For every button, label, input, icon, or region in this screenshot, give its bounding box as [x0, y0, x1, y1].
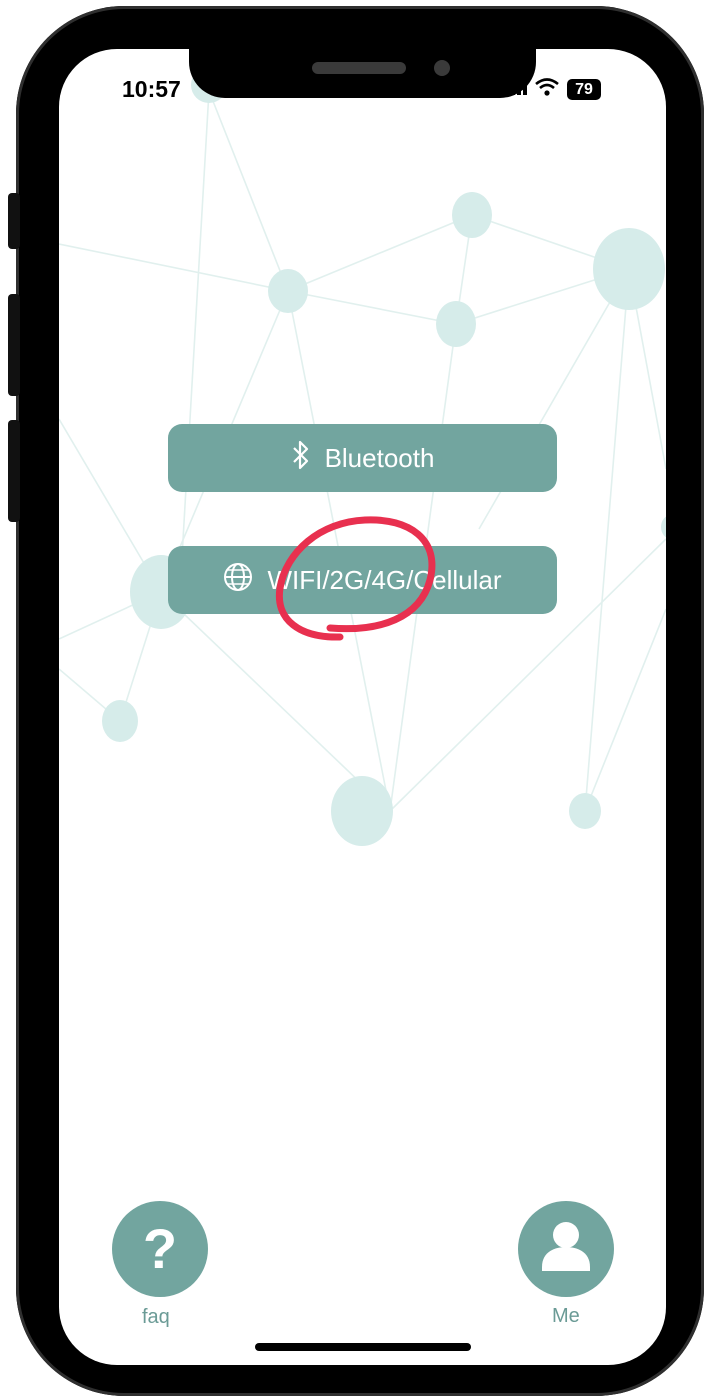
status-time: 10:57 — [122, 76, 181, 102]
network-background — [59, 67, 666, 846]
volume-down-button — [8, 420, 20, 522]
volume-up-button — [8, 294, 20, 396]
front-camera — [434, 60, 450, 76]
faq-label: faq — [142, 1306, 170, 1328]
home-indicator — [255, 1343, 471, 1351]
app-screen — [59, 49, 666, 1365]
user-icon — [536, 1215, 596, 1284]
battery-level: 79 — [567, 79, 601, 100]
wifi-cellular-button[interactable]: WIFI/2G/4G/Cellular — [168, 546, 557, 614]
bluetooth-label: Bluetooth — [324, 442, 435, 473]
wifi-icon — [535, 78, 559, 101]
speaker-grille — [312, 62, 406, 74]
globe-icon — [223, 562, 253, 599]
me-label: Me — [552, 1305, 580, 1327]
me-button[interactable] — [518, 1201, 614, 1297]
bluetooth-icon — [291, 440, 311, 477]
faq-button[interactable]: ? — [112, 1201, 208, 1297]
bluetooth-button[interactable]: Bluetooth — [168, 424, 557, 492]
wifi-cellular-label: WIFI/2G/4G/Cellular — [267, 564, 502, 595]
question-icon: ? — [142, 1217, 178, 1280]
mute-switch — [8, 193, 20, 249]
